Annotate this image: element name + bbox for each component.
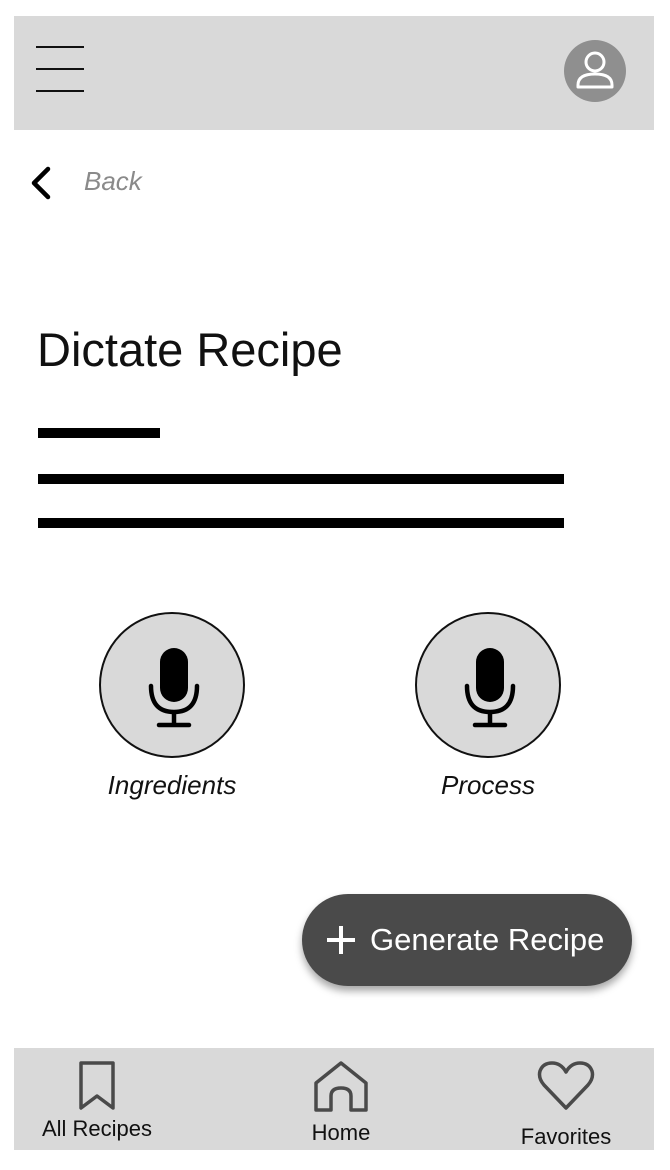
nav-label-all-recipes: All Recipes — [41, 1116, 153, 1141]
dictate-process-group: Process — [388, 612, 588, 801]
nav-label-home: Home — [311, 1120, 371, 1145]
nav-item-home[interactable]: Home — [291, 1048, 391, 1150]
placeholder-text-line — [38, 474, 564, 484]
dictate-process-button[interactable] — [415, 612, 561, 758]
nav-label-favorites: Favorites — [520, 1124, 612, 1149]
user-avatar-icon[interactable] — [564, 40, 626, 102]
dictate-process-label: Process — [441, 770, 535, 800]
plus-icon — [327, 926, 355, 954]
page-title: Dictate Recipe — [37, 323, 343, 376]
generate-recipe-label: Generate Recipe — [370, 922, 605, 957]
back-label: Back — [84, 166, 142, 196]
heart-icon — [537, 1061, 595, 1110]
home-icon — [314, 1061, 368, 1112]
placeholder-text-line — [38, 518, 564, 528]
back-button[interactable]: Back — [28, 160, 178, 206]
dictate-ingredients-label: Ingredients — [107, 770, 237, 800]
microphone-icon — [464, 648, 516, 728]
hamburger-menu-icon[interactable] — [36, 46, 84, 92]
dictate-ingredients-group: Ingredients — [72, 612, 272, 801]
generate-recipe-button[interactable]: Generate Recipe — [302, 894, 632, 986]
nav-item-favorites[interactable]: Favorites — [514, 1048, 618, 1150]
top-app-bar — [14, 16, 654, 130]
microphone-icon — [148, 648, 200, 728]
placeholder-text-line — [38, 428, 160, 438]
chevron-left-icon — [31, 166, 51, 200]
nav-item-all-recipes[interactable]: All Recipes — [34, 1048, 160, 1150]
bookmark-icon — [79, 1061, 115, 1110]
dictate-ingredients-button[interactable] — [99, 612, 245, 758]
bottom-navigation-bar: All Recipes Home Favorites — [14, 1048, 654, 1150]
